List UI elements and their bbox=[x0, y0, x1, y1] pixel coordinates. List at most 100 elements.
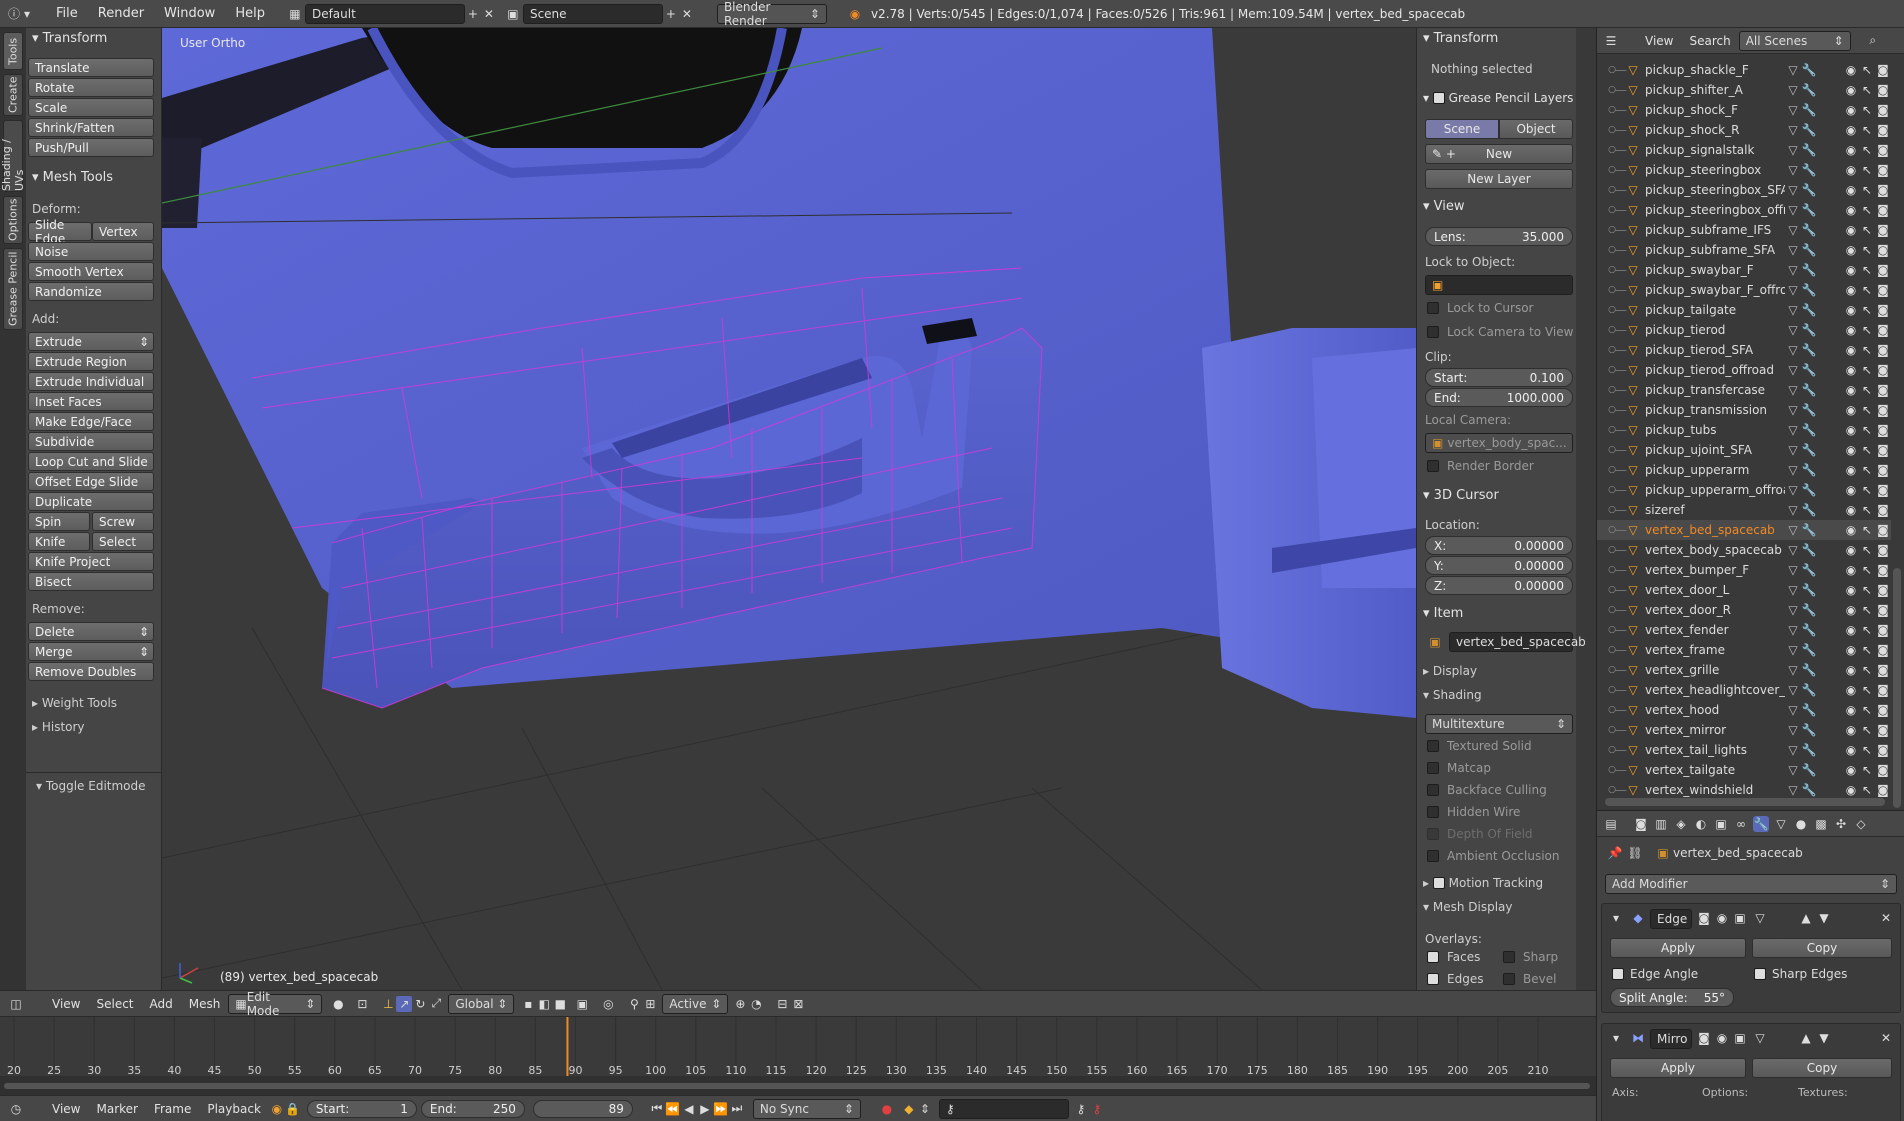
extrude-button[interactable]: Extrude ⇕ bbox=[28, 332, 154, 351]
render-toggle-icon[interactable]: ◙ bbox=[1696, 910, 1712, 926]
visibility-eye-icon[interactable]: ◉ bbox=[1843, 562, 1859, 578]
mesh-data-icon[interactable]: ▽ bbox=[1785, 282, 1801, 298]
move-down-icon[interactable]: ▼ bbox=[1816, 1030, 1832, 1046]
layers-tab-icon[interactable]: ▥ bbox=[1653, 816, 1669, 832]
cursor-y-field[interactable]: Y: 0.00000 bbox=[1425, 556, 1573, 575]
jump-key-back-icon[interactable]: ⏪ bbox=[665, 1101, 681, 1117]
modifier-wrench-icon[interactable]: 🔧 bbox=[1801, 342, 1817, 358]
3d-view-editor-icon[interactable]: ◫ bbox=[8, 996, 24, 1012]
push-pull-button[interactable]: Push/Pull bbox=[28, 138, 154, 157]
mesh-data-icon[interactable]: ▽ bbox=[1785, 82, 1801, 98]
offset-edge-slide-button[interactable]: Offset Edge Slide bbox=[28, 472, 154, 491]
opengl-render-icon[interactable]: ⊟ bbox=[774, 996, 790, 1012]
clip-start-field[interactable]: Start: 0.100 bbox=[1425, 368, 1573, 387]
menu-window[interactable]: Window bbox=[154, 6, 225, 21]
orientation-select[interactable]: Global ⇕ bbox=[448, 993, 515, 1014]
render-camera-icon[interactable]: ◙ bbox=[1875, 662, 1891, 678]
visibility-eye-icon[interactable]: ◉ bbox=[1843, 622, 1859, 638]
gp-object-tab[interactable]: Object bbox=[1499, 119, 1573, 139]
render-camera-icon[interactable]: ◙ bbox=[1875, 162, 1891, 178]
ambient-occlusion-checkbox[interactable] bbox=[1427, 850, 1439, 862]
visibility-eye-icon[interactable]: ◉ bbox=[1843, 202, 1859, 218]
outliner-item[interactable]: ○ — ▽ pickup_shifter_A ▽ 🔧 ◉ ↖ ◙ bbox=[1597, 80, 1891, 100]
jump-key-forward-icon[interactable]: ⏩ bbox=[713, 1101, 729, 1117]
textured-solid-checkbox[interactable] bbox=[1427, 740, 1439, 752]
outliner-item[interactable]: ○ — ▽ pickup_swaybar_F ▽ 🔧 ◉ ↖ ◙ bbox=[1597, 260, 1891, 280]
mesh-menu[interactable]: Mesh bbox=[181, 997, 229, 1011]
visibility-eye-icon[interactable]: ◉ bbox=[1843, 342, 1859, 358]
visibility-eye-icon[interactable]: ◉ bbox=[1843, 442, 1859, 458]
outliner-hscrollbar[interactable] bbox=[1605, 798, 1885, 806]
edge-select-icon[interactable]: ◧ bbox=[536, 996, 552, 1012]
keying-set-field[interactable]: ⚷ bbox=[938, 1098, 1069, 1119]
outliner-item[interactable]: ○ — ▽ pickup_tierod_offroad ▽ 🔧 ◉ ↖ ◙ bbox=[1597, 360, 1891, 380]
current-frame-field[interactable]: 89 bbox=[532, 1099, 633, 1118]
select-arrow-icon[interactable]: ↖ bbox=[1859, 522, 1875, 538]
render-camera-icon[interactable]: ◙ bbox=[1875, 722, 1891, 738]
select-arrow-icon[interactable]: ↖ bbox=[1859, 642, 1875, 658]
render-camera-icon[interactable]: ◙ bbox=[1875, 82, 1891, 98]
knife-project-button[interactable]: Knife Project bbox=[28, 552, 154, 571]
copy-button[interactable]: Copy bbox=[1752, 1058, 1892, 1078]
item-name-field[interactable]: vertex_bed_spacecab bbox=[1449, 632, 1586, 652]
modifier-wrench-icon[interactable]: 🔧 bbox=[1801, 742, 1817, 758]
subdivide-button[interactable]: Subdivide bbox=[28, 432, 154, 451]
modifier-wrench-icon[interactable]: 🔧 bbox=[1801, 622, 1817, 638]
spin-button[interactable]: Spin bbox=[28, 512, 90, 531]
modifier-wrench-icon[interactable]: 🔧 bbox=[1801, 542, 1817, 558]
visibility-eye-icon[interactable]: ◉ bbox=[1843, 742, 1859, 758]
visibility-eye-icon[interactable]: ◉ bbox=[1843, 142, 1859, 158]
cursor-3d-header[interactable]: ▾ 3D Cursor bbox=[1423, 488, 1499, 503]
modifier-wrench-icon[interactable]: 🔧 bbox=[1801, 402, 1817, 418]
render-engine-select[interactable]: Blender Render ⇕ bbox=[716, 0, 827, 28]
mesh-data-icon[interactable]: ▽ bbox=[1785, 582, 1801, 598]
outliner-item[interactable]: ○ — ▽ pickup_subframe_IFS ▽ 🔧 ◉ ↖ ◙ bbox=[1597, 220, 1891, 240]
object-tab-icon[interactable]: ▣ bbox=[1713, 816, 1729, 832]
split-angle-field[interactable]: Split Angle: 55° bbox=[1610, 988, 1734, 1007]
render-camera-icon[interactable]: ◙ bbox=[1875, 262, 1891, 278]
outliner-item[interactable]: ○ — ▽ vertex_body_spacecab ▽ 🔧 ◉ ↖ ◙ bbox=[1597, 540, 1891, 560]
mesh-data-icon[interactable]: ▽ bbox=[1785, 622, 1801, 638]
modifier-wrench-icon[interactable]: 🔧 bbox=[1801, 362, 1817, 378]
close-icon[interactable]: ✕ bbox=[1878, 1030, 1894, 1046]
mesh-data-icon[interactable]: ▽ bbox=[1785, 542, 1801, 558]
modifier-wrench-icon[interactable]: 🔧 bbox=[1801, 602, 1817, 618]
select-arrow-icon[interactable]: ↖ bbox=[1859, 262, 1875, 278]
snap-element-icon[interactable]: ⊞ bbox=[642, 996, 658, 1012]
mesh-data-icon[interactable]: ▽ bbox=[1785, 602, 1801, 618]
marker-menu[interactable]: Marker bbox=[88, 1102, 145, 1116]
visibility-eye-icon[interactable]: ◉ bbox=[1843, 722, 1859, 738]
outliner-item[interactable]: ○ — ▽ pickup_upperarm ▽ 🔧 ◉ ↖ ◙ bbox=[1597, 460, 1891, 480]
visibility-eye-icon[interactable]: ◉ bbox=[1843, 362, 1859, 378]
collapse-icon[interactable]: ▾ bbox=[1608, 1030, 1624, 1046]
playback-menu[interactable]: Playback bbox=[199, 1102, 269, 1116]
select-arrow-icon[interactable]: ↖ bbox=[1859, 242, 1875, 258]
lock-object-field[interactable]: ▣ bbox=[1425, 275, 1573, 295]
select-arrow-icon[interactable]: ↖ bbox=[1859, 142, 1875, 158]
grease-pencil-checkbox[interactable] bbox=[1432, 91, 1445, 104]
tab-options[interactable]: Options bbox=[3, 196, 23, 244]
render-camera-icon[interactable]: ◙ bbox=[1875, 122, 1891, 138]
modifier-wrench-icon[interactable]: 🔧 bbox=[1801, 242, 1817, 258]
outliner-item[interactable]: ○ — ▽ pickup_ujoint_SFA ▽ 🔧 ◉ ↖ ◙ bbox=[1597, 440, 1891, 460]
snap-target-icon[interactable]: ⊕ bbox=[732, 996, 748, 1012]
modifier-wrench-icon[interactable]: 🔧 bbox=[1801, 582, 1817, 598]
timeline-editor-icon[interactable]: ◷ bbox=[8, 1101, 24, 1117]
translate-manipulator-icon[interactable]: ↗ bbox=[396, 995, 413, 1012]
outliner-item[interactable]: ○ — ▽ pickup_steeringbox_SFA ▽ 🔧 ◉ ↖ ◙ bbox=[1597, 180, 1891, 200]
render-toggle-icon[interactable]: ◙ bbox=[1696, 1030, 1712, 1046]
randomize-button[interactable]: Randomize bbox=[28, 282, 154, 301]
select-arrow-icon[interactable]: ↖ bbox=[1859, 342, 1875, 358]
mesh-display-header[interactable]: ▾ Mesh Display bbox=[1423, 900, 1512, 914]
texture-tab-icon[interactable]: ▩ bbox=[1813, 816, 1829, 832]
modifier-wrench-icon[interactable]: 🔧 bbox=[1801, 162, 1817, 178]
tab-shading-uvs[interactable]: Shading / UVs bbox=[0, 120, 26, 192]
search-icon[interactable]: ⌕ bbox=[1865, 33, 1881, 49]
outliner-view-menu[interactable]: View bbox=[1637, 34, 1681, 48]
translate-button[interactable]: Translate bbox=[28, 58, 154, 77]
material-tab-icon[interactable]: ● bbox=[1793, 816, 1809, 832]
modifier-name-field[interactable]: Edge bbox=[1650, 909, 1692, 929]
scale-button[interactable]: Scale bbox=[28, 98, 154, 117]
outliner-item[interactable]: ○ — ▽ pickup_transmission ▽ 🔧 ◉ ↖ ◙ bbox=[1597, 400, 1891, 420]
tab-grease-pencil[interactable]: Grease Pencil bbox=[3, 248, 23, 330]
